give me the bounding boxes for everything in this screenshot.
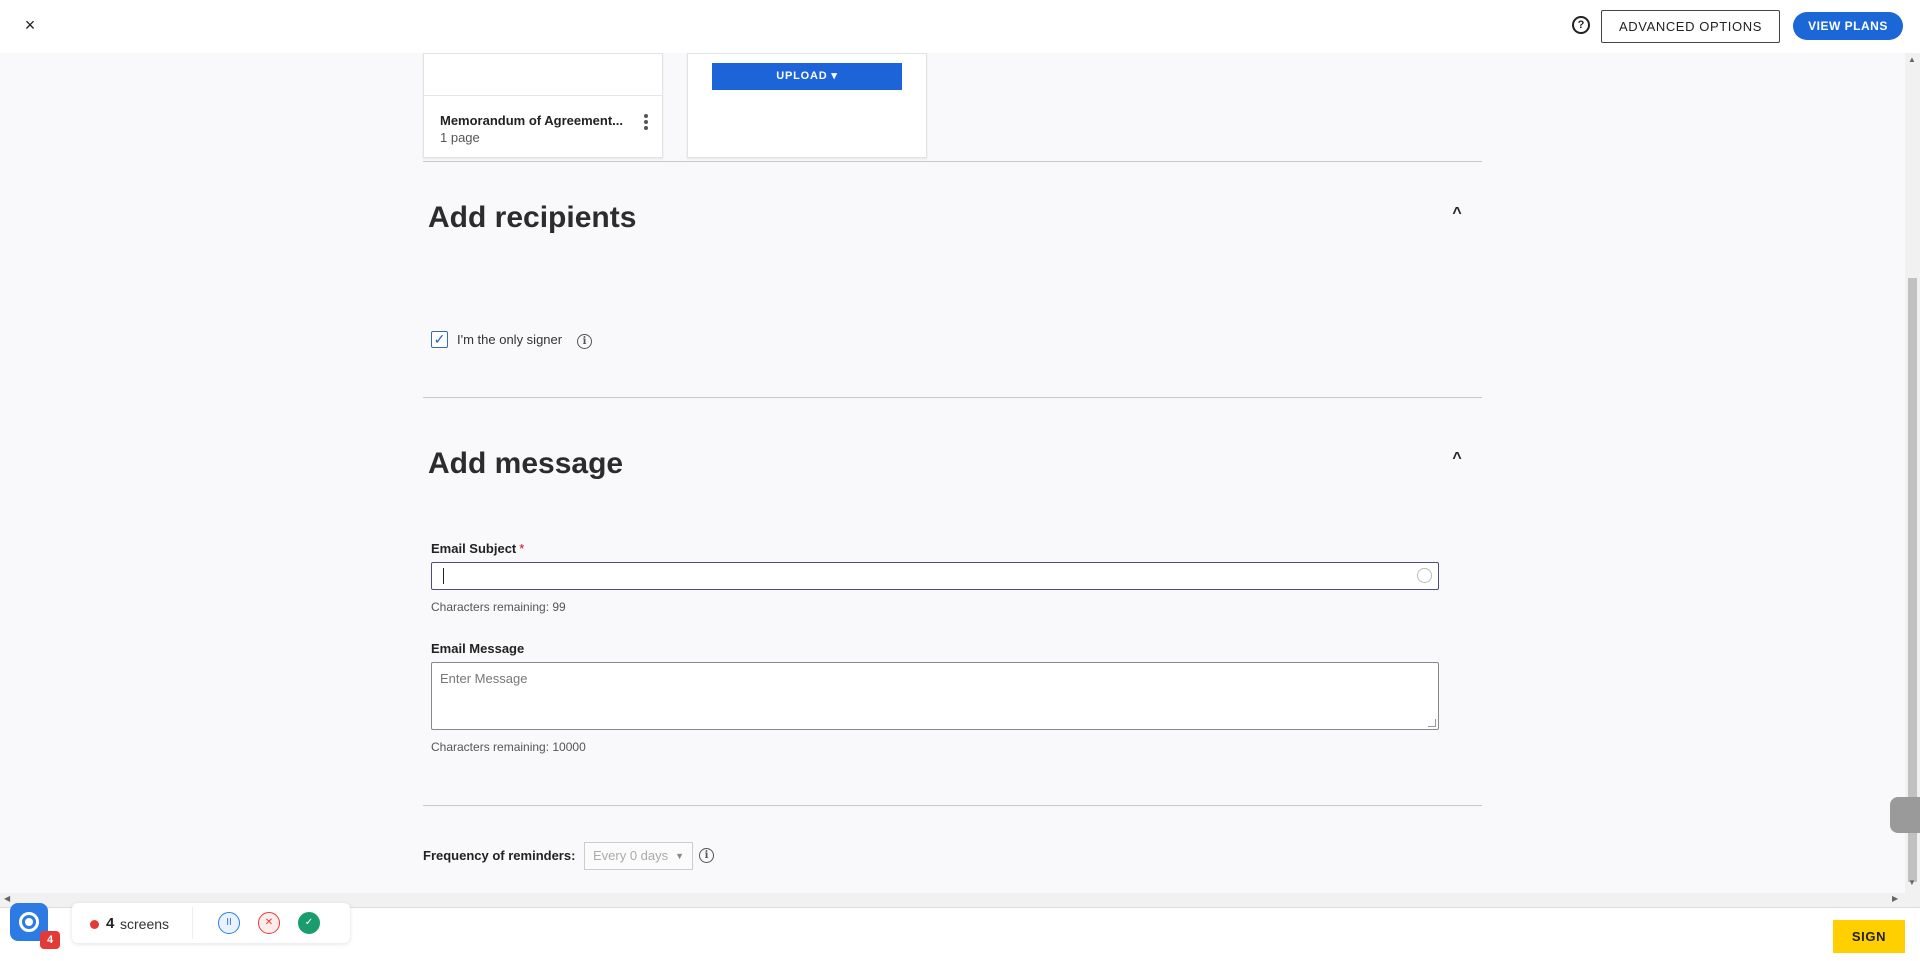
document-card[interactable]: Memorandum of Agreement... 1 page — [423, 53, 663, 158]
loading-spinner-icon — [1417, 568, 1432, 583]
document-page-count: 1 page — [440, 130, 480, 145]
section-divider — [423, 397, 1482, 398]
email-message-textarea[interactable]: Enter Message — [431, 662, 1439, 730]
document-title: Memorandum of Agreement... — [440, 113, 623, 128]
main-content: Memorandum of Agreement... 1 page UPLOAD… — [0, 53, 1905, 907]
subject-characters-remaining: Characters remaining: 99 — [431, 600, 566, 614]
upload-button[interactable]: UPLOAD ▾ — [712, 63, 902, 90]
done-icon[interactable]: ✓ — [298, 912, 320, 934]
add-recipients-heading: Add recipients — [428, 201, 637, 234]
scroll-left-icon[interactable]: ◀ — [4, 894, 10, 903]
email-subject-label: Email Subject * — [431, 541, 525, 556]
email-message-label: Email Message — [431, 641, 525, 656]
upload-card: UPLOAD ▾ — [687, 53, 927, 158]
info-icon[interactable]: i — [577, 334, 592, 349]
section-divider — [423, 161, 1482, 162]
screen-count: 4 — [106, 915, 115, 932]
pause-icon[interactable]: II — [218, 912, 240, 934]
chevron-up-icon[interactable]: ^ — [1449, 205, 1465, 223]
text-caret — [443, 568, 444, 584]
more-options-icon[interactable] — [643, 114, 649, 134]
message-placeholder: Enter Message — [440, 671, 528, 686]
scroll-down-icon[interactable]: ▼ — [1908, 878, 1916, 887]
reminder-frequency-select[interactable]: Every 0 days ▼ — [584, 842, 693, 870]
recorder-panel: 4 screens II ✕ ✓ — [72, 903, 350, 943]
advanced-options-button[interactable]: ADVANCED OPTIONS — [1601, 10, 1780, 43]
sign-button[interactable]: SIGN — [1833, 920, 1905, 953]
required-marker: * — [519, 541, 525, 556]
add-message-heading: Add message — [428, 447, 624, 480]
scroll-up-icon[interactable]: ▲ — [1908, 55, 1916, 64]
only-signer-label: I'm the only signer — [457, 332, 563, 347]
card-divider — [424, 95, 662, 96]
help-icon[interactable]: ? — [1572, 16, 1590, 34]
reminder-frequency-value: Every 0 days — [593, 848, 669, 863]
close-icon[interactable]: × — [19, 14, 41, 36]
resize-handle-icon[interactable] — [1428, 719, 1436, 727]
info-icon[interactable]: i — [699, 848, 714, 863]
email-subject-input[interactable] — [431, 562, 1439, 590]
only-signer-checkbox[interactable]: ✓ — [431, 331, 448, 348]
screens-label: screens — [120, 916, 170, 932]
section-divider — [423, 805, 1482, 806]
recording-dot-icon — [90, 920, 99, 929]
reminder-frequency-label: Frequency of reminders: — [423, 848, 576, 863]
scrollbar-thumb[interactable] — [1908, 278, 1917, 882]
message-characters-remaining: Characters remaining: 10000 — [431, 740, 586, 754]
vertical-scrollbar[interactable]: ▲ ▼ — [1905, 53, 1920, 907]
cancel-icon[interactable]: ✕ — [258, 912, 280, 934]
dropdown-arrow-icon: ▼ — [675, 851, 684, 861]
top-bar: × ? ADVANCED OPTIONS VIEW PLANS — [0, 0, 1920, 53]
side-panel-tab[interactable] — [1890, 797, 1920, 833]
scroll-right-icon[interactable]: ▶ — [1892, 894, 1898, 903]
view-plans-button[interactable]: VIEW PLANS — [1793, 12, 1903, 40]
recorder-divider — [192, 907, 193, 939]
recorder-badge: 4 — [40, 931, 60, 949]
chevron-up-icon[interactable]: ^ — [1449, 450, 1465, 468]
